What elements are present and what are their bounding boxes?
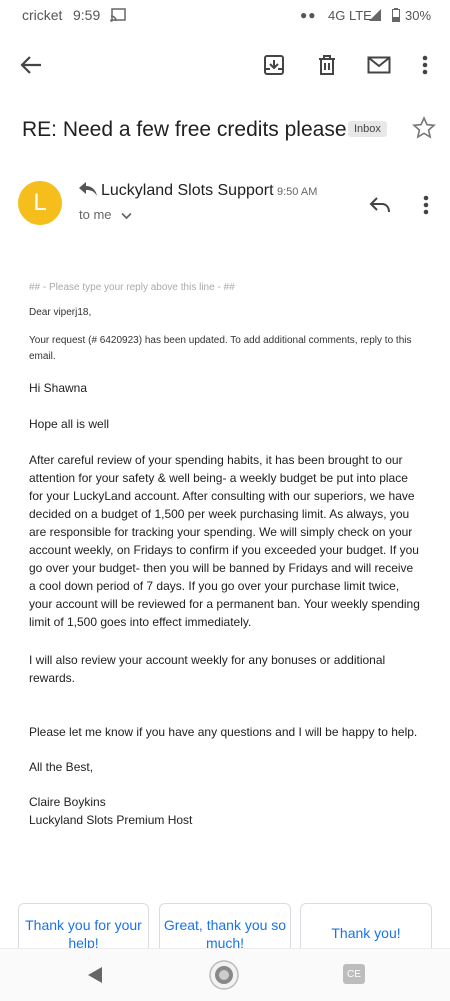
email-subject: RE: Need a few free credits please <box>22 118 347 141</box>
sender-name: Luckyland Slots Support <box>101 182 274 199</box>
more-vert-icon[interactable] <box>412 50 438 80</box>
signature-name: Claire Boykins <box>29 795 106 809</box>
signal-icon <box>368 8 382 27</box>
cast-icon <box>110 8 126 27</box>
recents-icon[interactable]: CE <box>343 964 365 984</box>
replied-arrow-icon <box>78 181 98 202</box>
avatar[interactable]: L <box>18 181 62 225</box>
battery-percent: 30% <box>405 8 432 23</box>
battery-icon <box>392 8 400 27</box>
status-bar: cricket 9:59 ●● 4G LTE 30% <box>0 0 450 32</box>
carrier-label: cricket <box>22 7 63 23</box>
star-icon[interactable] <box>410 114 438 142</box>
request-notice: Your request (# 6420923) has been update… <box>29 335 412 362</box>
network-label: 4G LTE <box>328 8 372 23</box>
status-time: 9:59 <box>73 7 101 23</box>
mail-icon[interactable] <box>364 50 394 80</box>
closing: All the Best, <box>29 760 94 774</box>
reply-line-hint: ## - Please type your reply above this l… <box>29 282 235 293</box>
chevron-down-icon <box>121 208 132 223</box>
signature-title: Luckyland Slots Premium Host <box>29 813 193 827</box>
salutation: Hi Shawna <box>29 381 88 395</box>
help-paragraph: Please let me know if you have any quest… <box>29 725 418 739</box>
system-nav-bar: CE <box>0 948 450 1001</box>
inbox-label[interactable]: Inbox <box>348 121 387 137</box>
recipient-label: to me <box>79 207 112 222</box>
send-time: 9:50 AM <box>277 186 318 198</box>
archive-icon[interactable] <box>259 50 289 80</box>
review-paragraph: I will also review your account weekly f… <box>29 653 386 685</box>
recipient-summary[interactable]: to me <box>79 207 132 223</box>
home-circle-icon[interactable] <box>206 957 242 993</box>
opening-line: Hope all is well <box>29 417 110 431</box>
back-arrow-icon[interactable] <box>16 50 46 80</box>
message-more-icon[interactable] <box>414 192 438 218</box>
greeting: Dear viperj18, <box>29 307 92 318</box>
notification-dots-icon: ●● <box>300 8 317 22</box>
trash-icon[interactable] <box>312 50 342 80</box>
reply-icon[interactable] <box>366 192 394 218</box>
policy-paragraph: After careful review of your spending ha… <box>29 453 420 629</box>
back-triangle-icon[interactable] <box>80 963 110 987</box>
